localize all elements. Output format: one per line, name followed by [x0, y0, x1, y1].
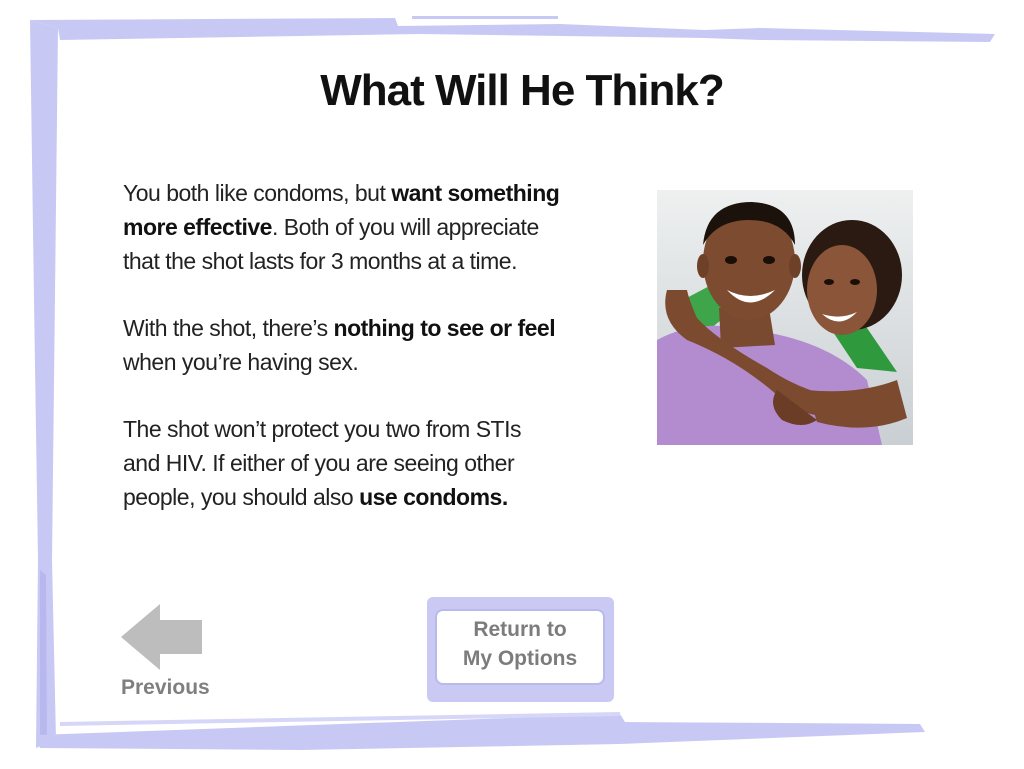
p2-text-a: With the shot, there’s	[123, 315, 334, 341]
return-to-options-button[interactable]: Return to My Options	[427, 597, 614, 702]
page-title: What Will He Think?	[320, 66, 724, 115]
return-label-line-1: Return to	[473, 618, 567, 641]
previous-button[interactable]: Previous	[112, 600, 222, 705]
p2-text-c: when you’re having sex.	[123, 349, 359, 375]
body-text: You both like condoms, but want somethin…	[123, 176, 563, 547]
left-arrow-icon	[121, 604, 202, 670]
slide-page: What Will He Think? You both like condom…	[0, 0, 1024, 769]
return-label: Return to My Options	[437, 615, 603, 673]
previous-label: Previous	[121, 676, 210, 699]
return-label-line-2: My Options	[462, 647, 578, 670]
p3-bold: use condoms.	[359, 484, 508, 510]
p1-text-a: You both like condoms, but	[123, 180, 392, 206]
p2-bold: nothing to see or feel	[333, 315, 556, 341]
paragraph-1: You both like condoms, but want somethin…	[123, 176, 563, 278]
couple-photo	[657, 190, 913, 445]
paragraph-3: The shot won’t protect you two from STIs…	[123, 412, 563, 514]
paragraph-2: With the shot, there’s nothing to see or…	[123, 311, 563, 379]
